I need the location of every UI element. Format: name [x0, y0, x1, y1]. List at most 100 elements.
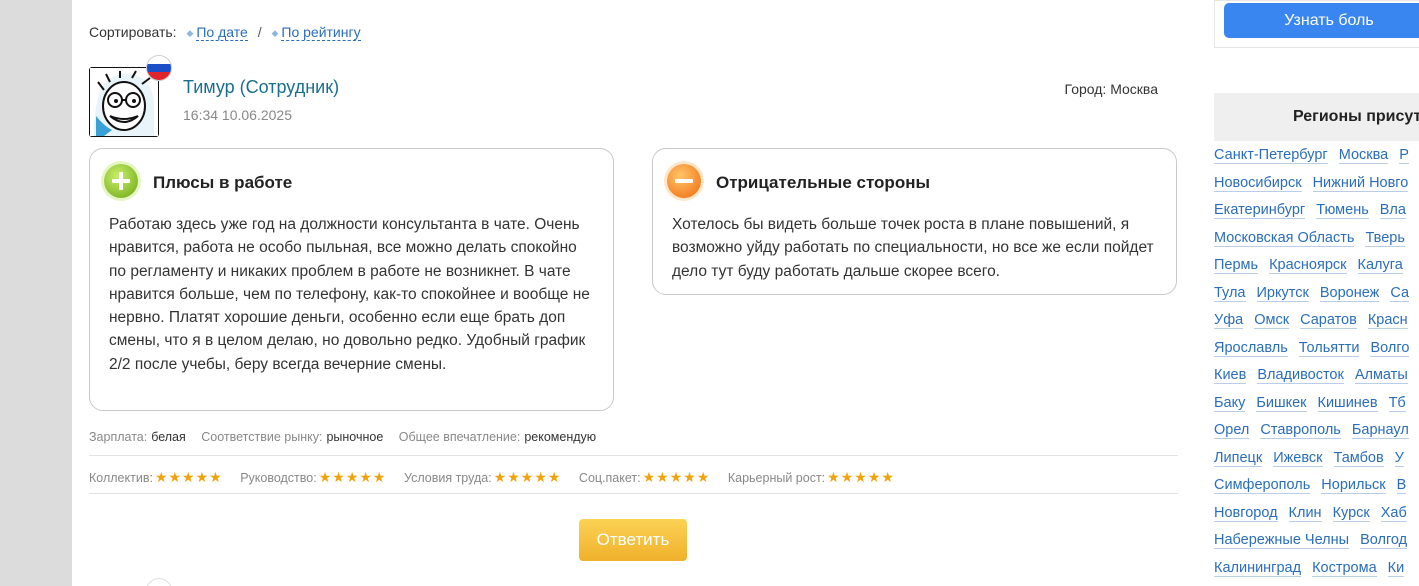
- region-link[interactable]: Саратов: [1300, 312, 1357, 329]
- region-link[interactable]: Киев: [1214, 367, 1247, 384]
- region-link[interactable]: Санкт-Петербург: [1214, 147, 1328, 164]
- sort-separator: /: [257, 24, 262, 40]
- region-link[interactable]: Ки: [1387, 559, 1405, 577]
- region-link[interactable]: Барнаул: [1351, 422, 1409, 439]
- avatar: [89, 55, 172, 137]
- region-link[interactable]: Р: [1399, 147, 1409, 164]
- region-row: Набережные Челны Волгод: [1214, 528, 1419, 556]
- impression-label: Общее впечатление:: [398, 430, 521, 444]
- region-link[interactable]: Иркутск: [1256, 284, 1309, 302]
- sort-arrows-icon: ◆: [271, 28, 279, 38]
- region-link[interactable]: Симферополь: [1214, 477, 1311, 494]
- cons-text: Хотелось бы видеть больше точек роста в …: [672, 216, 1154, 280]
- region-row: Уфа Омск Саратов Красн: [1214, 308, 1419, 336]
- region-row: Липецк Ижевск Тамбов У: [1214, 446, 1419, 474]
- region-link[interactable]: Ярославль: [1214, 339, 1288, 357]
- region-link[interactable]: Набережные Челны: [1214, 532, 1350, 549]
- next-review-avatar: [146, 578, 172, 586]
- region-link[interactable]: Са: [1390, 284, 1410, 302]
- region-link[interactable]: Тамбов: [1333, 449, 1384, 467]
- review-meta: Зарплата: белая Соответствие рынку: рыночн…: [89, 430, 608, 444]
- region-link[interactable]: Новгород: [1214, 504, 1278, 522]
- region-link[interactable]: Курск: [1332, 504, 1370, 522]
- rating-management: Руководство: ★★★★★: [240, 469, 386, 486]
- sort-by-rating-link[interactable]: По рейтингу: [281, 24, 361, 41]
- region-link[interactable]: Нижний Новго: [1312, 174, 1409, 192]
- rating-label: Коллектив:: [89, 471, 153, 485]
- region-row: Пермь Красноярск Калуга: [1214, 253, 1419, 281]
- region-link[interactable]: Тб: [1388, 394, 1406, 412]
- plus-icon: [104, 164, 138, 198]
- regions-title: Регионы присут: [1214, 93, 1419, 141]
- region-link[interactable]: Новосибирск: [1214, 174, 1302, 192]
- sort-by-date-link[interactable]: По дате: [196, 24, 248, 41]
- region-link[interactable]: Волго: [1370, 339, 1410, 357]
- right-sidebar: Узнать боль Регионы присут Санкт-Петербу…: [1214, 0, 1419, 586]
- region-link[interactable]: Ставрополь: [1260, 422, 1341, 439]
- region-link[interactable]: Баку: [1214, 394, 1246, 412]
- learn-more-button[interactable]: Узнать боль: [1224, 3, 1419, 38]
- region-link[interactable]: Хаб: [1380, 504, 1407, 522]
- region-row: Симферополь Норильск В: [1214, 473, 1419, 501]
- region-link[interactable]: Воронеж: [1319, 284, 1380, 302]
- divider: [89, 493, 1178, 494]
- star-icon: ★★★★★: [827, 469, 895, 485]
- region-link[interactable]: Тула: [1214, 284, 1246, 302]
- region-link[interactable]: Кишинев: [1317, 394, 1378, 412]
- salary-value: белая: [151, 430, 186, 444]
- region-link[interactable]: Екатеринбург: [1214, 202, 1306, 219]
- region-link[interactable]: Московская Область: [1214, 229, 1355, 247]
- region-link[interactable]: Тверь: [1365, 229, 1405, 247]
- region-link[interactable]: Кострома: [1312, 559, 1377, 577]
- star-icon: ★★★★★: [318, 469, 387, 485]
- pros-text: Работаю здесь уже год на должности консу…: [109, 216, 590, 373]
- region-row: Баку Бишкек Кишинев Тб: [1214, 391, 1419, 419]
- cons-title: Отрицательные стороны: [716, 173, 930, 192]
- reply-button[interactable]: Ответить: [579, 519, 687, 561]
- region-link[interactable]: Орел: [1214, 422, 1250, 439]
- sort-arrows-icon: ◆: [186, 28, 194, 38]
- region-link[interactable]: Калининград: [1214, 559, 1302, 577]
- impression-value: рекомендую: [524, 430, 597, 444]
- russia-flag-icon: [146, 55, 172, 81]
- region-link[interactable]: Тюмень: [1316, 202, 1369, 219]
- rating-conditions: Условия труда: ★★★★★: [404, 469, 561, 486]
- region-link[interactable]: У: [1394, 449, 1404, 467]
- regions-list: Санкт-Петербург Москва Р Новосибирск Нижний …: [1214, 143, 1419, 583]
- region-link[interactable]: Липецк: [1214, 449, 1263, 467]
- review-date: 16:34 10.06.2025: [183, 107, 292, 123]
- region-link[interactable]: Алматы: [1354, 367, 1408, 384]
- cons-card: Отрицательные стороны Хотелось бы видеть…: [652, 148, 1177, 295]
- region-link[interactable]: Красноярск: [1269, 257, 1347, 274]
- review-city: Город: Москва: [1064, 81, 1158, 97]
- sort-bar: Сортировать: ◆ По дате / ◆ По рейтингу: [89, 24, 361, 41]
- market-value: рыночное: [326, 430, 384, 444]
- region-link[interactable]: Москва: [1338, 147, 1389, 164]
- region-link[interactable]: Ижевск: [1273, 449, 1323, 467]
- rating-label: Карьерный рост:: [727, 471, 826, 485]
- page: Сортировать: ◆ По дате / ◆ По рейтингу Т…: [72, 0, 1419, 586]
- region-link[interactable]: Пермь: [1214, 257, 1259, 274]
- region-row: Новгород Клин Курск Хаб: [1214, 501, 1419, 529]
- region-link[interactable]: Вла: [1379, 202, 1406, 219]
- region-link[interactable]: В: [1396, 477, 1407, 494]
- region-link[interactable]: Владивосток: [1257, 367, 1344, 384]
- star-icon: ★★★★★: [642, 469, 711, 485]
- pros-title: Плюсы в работе: [153, 173, 293, 192]
- region-link[interactable]: Уфа: [1214, 312, 1244, 329]
- region-link[interactable]: Бишкек: [1256, 394, 1307, 412]
- region-link[interactable]: Тольятти: [1298, 339, 1360, 357]
- region-link[interactable]: Красн: [1367, 312, 1408, 329]
- region-link[interactable]: Волгод: [1360, 532, 1408, 549]
- region-row: Санкт-Петербург Москва Р: [1214, 143, 1419, 171]
- salary-label: Зарплата:: [89, 430, 148, 444]
- cartoon-face-icon: [90, 68, 158, 136]
- region-link[interactable]: Калуга: [1357, 257, 1403, 274]
- divider: [89, 455, 1178, 456]
- rating-career: Карьерный рост: ★★★★★: [728, 469, 895, 486]
- region-link[interactable]: Клин: [1288, 504, 1322, 522]
- region-link[interactable]: Омск: [1254, 312, 1290, 329]
- market-label: Соответствие рынку:: [201, 430, 323, 444]
- region-link[interactable]: Норильск: [1321, 477, 1386, 494]
- review-author[interactable]: Тимур (Сотрудник): [183, 77, 339, 98]
